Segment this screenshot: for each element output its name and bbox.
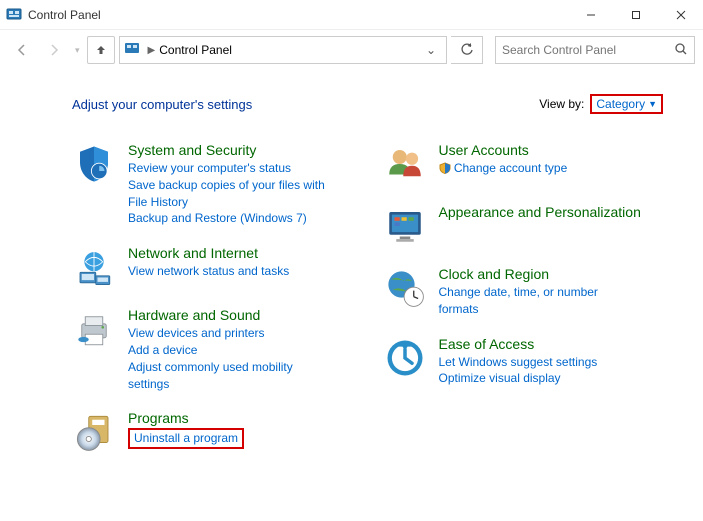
shield-icon	[72, 142, 116, 186]
printer-icon	[72, 307, 116, 351]
category-title[interactable]: System and Security	[128, 142, 353, 158]
content-area: Adjust your computer's settings View by:…	[0, 70, 703, 492]
category-title[interactable]: Hardware and Sound	[128, 307, 353, 323]
navbar: ▾ ▶ Control Panel ⌄	[0, 30, 703, 70]
view-by-value: Category	[596, 97, 645, 111]
category-network-internet: Network and Internet View network status…	[72, 245, 353, 289]
link-text: Change account type	[454, 161, 567, 175]
control-panel-icon	[6, 7, 22, 23]
page-heading: Adjust your computer's settings	[72, 97, 252, 112]
disc-box-icon	[72, 410, 116, 454]
highlight-uninstall: Uninstall a program	[128, 428, 244, 449]
address-dropdown-icon[interactable]: ⌄	[420, 43, 442, 57]
category-appearance: Appearance and Personalization	[383, 204, 664, 248]
refresh-button[interactable]	[451, 36, 483, 64]
address-bar[interactable]: ▶ Control Panel ⌄	[119, 36, 447, 64]
category-hardware-sound: Hardware and Sound View devices and prin…	[72, 307, 353, 392]
monitor-icon	[383, 204, 427, 248]
forward-button[interactable]	[40, 36, 68, 64]
category-title[interactable]: Network and Internet	[128, 245, 353, 261]
category-system-security: System and Security Review your computer…	[72, 142, 353, 227]
category-link[interactable]: Change date, time, or number formats	[439, 284, 639, 318]
category-link[interactable]: Add a device	[128, 342, 328, 359]
close-button[interactable]	[658, 0, 703, 29]
view-by-label: View by:	[539, 97, 584, 111]
category-programs: Programs Uninstall a program	[72, 410, 353, 454]
back-button[interactable]	[8, 36, 36, 64]
category-column-right: User Accounts Change account type Appear…	[383, 142, 664, 472]
category-link[interactable]: Adjust commonly used mobility settings	[128, 359, 328, 393]
titlebar: Control Panel	[0, 0, 703, 30]
search-icon[interactable]	[674, 42, 688, 59]
category-title[interactable]: Appearance and Personalization	[439, 204, 664, 220]
category-link[interactable]: View devices and printers	[128, 325, 328, 342]
maximize-button[interactable]	[613, 0, 658, 29]
breadcrumb-item[interactable]: Control Panel	[159, 43, 232, 57]
view-by-dropdown[interactable]: Category ▼	[590, 94, 663, 114]
category-link-uninstall[interactable]: Uninstall a program	[134, 431, 238, 445]
view-by-control: View by: Category ▼	[539, 94, 663, 114]
category-clock-region: Clock and Region Change date, time, or n…	[383, 266, 664, 318]
globe-clock-icon	[383, 266, 427, 310]
chevron-down-icon: ▼	[648, 99, 657, 109]
minimize-button[interactable]	[568, 0, 613, 29]
category-column-left: System and Security Review your computer…	[72, 142, 353, 472]
category-link[interactable]: Review your computer's status	[128, 160, 328, 177]
category-title[interactable]: Clock and Region	[439, 266, 664, 282]
category-ease-of-access: Ease of Access Let Windows suggest setti…	[383, 336, 664, 388]
category-link[interactable]: Backup and Restore (Windows 7)	[128, 210, 328, 227]
category-title[interactable]: User Accounts	[439, 142, 664, 158]
ease-of-access-icon	[383, 336, 427, 380]
category-title[interactable]: Ease of Access	[439, 336, 664, 352]
category-title[interactable]: Programs	[128, 410, 353, 426]
up-button[interactable]	[87, 36, 115, 64]
control-panel-small-icon	[124, 41, 140, 60]
search-box[interactable]	[495, 36, 695, 64]
category-link[interactable]: Change account type	[439, 160, 639, 177]
window-controls	[568, 0, 703, 29]
category-link[interactable]: Save backup copies of your files with Fi…	[128, 177, 328, 211]
recent-locations-chevron[interactable]: ▾	[72, 45, 83, 56]
search-input[interactable]	[502, 43, 674, 57]
users-icon	[383, 142, 427, 186]
category-link[interactable]: Let Windows suggest settings	[439, 354, 639, 371]
network-icon	[72, 245, 116, 289]
breadcrumb-chevron-icon[interactable]: ▶	[144, 45, 160, 56]
category-user-accounts: User Accounts Change account type	[383, 142, 664, 186]
category-link[interactable]: View network status and tasks	[128, 263, 328, 280]
category-link[interactable]: Optimize visual display	[439, 370, 639, 387]
window-title: Control Panel	[28, 8, 101, 22]
